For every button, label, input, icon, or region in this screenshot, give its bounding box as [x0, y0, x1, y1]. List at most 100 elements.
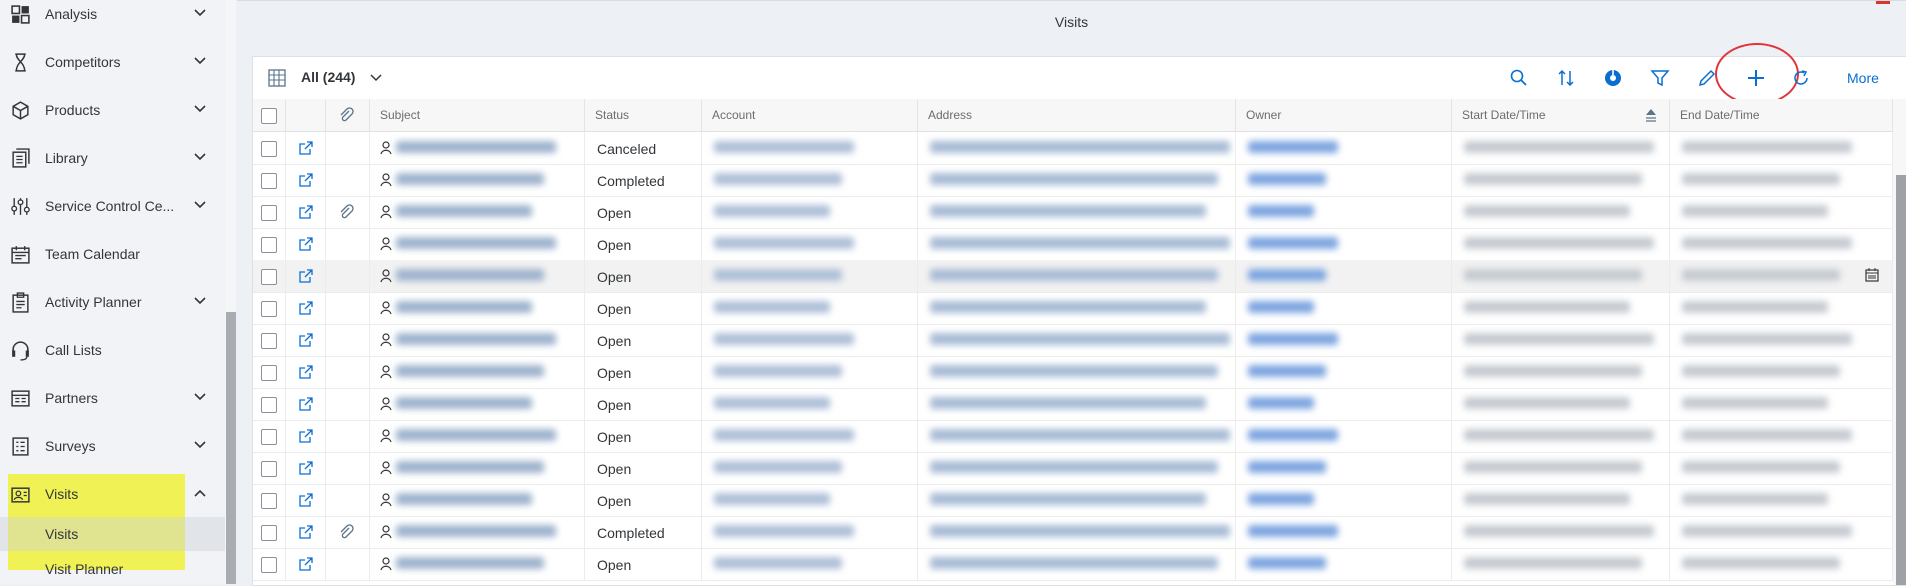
redacted-text[interactable]	[714, 365, 842, 377]
column-header-owner[interactable]: Owner	[1236, 99, 1452, 131]
open-in-new-icon[interactable]	[298, 460, 314, 476]
sub-nav-item-visit-planner[interactable]: Visit Planner	[0, 552, 225, 586]
redacted-text[interactable]	[714, 269, 842, 281]
paperclip-icon[interactable]	[338, 204, 354, 220]
redacted-text[interactable]	[714, 397, 830, 409]
row-checkbox[interactable]	[261, 205, 277, 221]
redacted-text[interactable]	[1248, 397, 1314, 409]
redacted-text[interactable]	[1248, 173, 1326, 185]
nav-item-activity-planner[interactable]: Activity Planner	[0, 278, 225, 326]
row-checkbox[interactable]	[261, 429, 277, 445]
redacted-text[interactable]	[1248, 429, 1338, 441]
redacted-text[interactable]	[1248, 269, 1326, 281]
table-row[interactable]: Open	[253, 324, 1893, 357]
redacted-text[interactable]	[396, 525, 556, 537]
nav-item-library[interactable]: Library	[0, 134, 225, 182]
nav-item-service-control-center[interactable]: Service Control Ce...	[0, 182, 225, 230]
redacted-text[interactable]	[1248, 237, 1338, 249]
nav-item-team-calendar[interactable]: Team Calendar	[0, 230, 225, 278]
redacted-text[interactable]	[396, 397, 532, 409]
row-checkbox[interactable]	[261, 301, 277, 317]
nav-item-products[interactable]: Products	[0, 86, 225, 134]
row-checkbox[interactable]	[261, 269, 277, 285]
refresh-icon[interactable]	[1791, 68, 1811, 88]
redacted-text[interactable]	[714, 429, 854, 441]
redacted-text[interactable]	[396, 461, 544, 473]
open-in-new-icon[interactable]	[298, 172, 314, 188]
calendar-icon[interactable]	[1865, 268, 1879, 282]
table-row[interactable]: Open	[253, 356, 1893, 389]
open-in-new-icon[interactable]	[298, 236, 314, 252]
column-header-status[interactable]: Status	[585, 99, 702, 131]
redacted-text[interactable]	[1248, 205, 1314, 217]
chevron-down-icon[interactable]	[193, 390, 207, 404]
column-header-start-date-time[interactable]: Start Date/Time	[1452, 99, 1670, 131]
redacted-text[interactable]	[1248, 141, 1338, 153]
redacted-text[interactable]	[714, 333, 854, 345]
redacted-text[interactable]	[396, 173, 544, 185]
column-header-subject[interactable]: Subject	[370, 99, 585, 131]
redacted-text[interactable]	[714, 461, 842, 473]
redacted-text[interactable]	[714, 557, 842, 569]
open-in-new-icon[interactable]	[298, 524, 314, 540]
redacted-text[interactable]	[1248, 461, 1326, 473]
redacted-text[interactable]	[1248, 301, 1314, 313]
table-grid-icon[interactable]	[267, 68, 287, 88]
table-row[interactable]: Open	[253, 548, 1893, 581]
redacted-text[interactable]	[714, 205, 830, 217]
table-row[interactable]: Open	[253, 484, 1893, 517]
redacted-text[interactable]	[396, 493, 532, 505]
redacted-text[interactable]	[1248, 493, 1314, 505]
chevron-down-icon[interactable]	[193, 150, 207, 164]
row-checkbox[interactable]	[261, 141, 277, 157]
nav-item-surveys[interactable]: Surveys	[0, 422, 225, 470]
open-in-new-icon[interactable]	[298, 428, 314, 444]
search-icon[interactable]	[1509, 68, 1529, 88]
chevron-down-icon[interactable]	[193, 198, 207, 212]
redacted-text[interactable]	[714, 301, 830, 313]
chevron-down-icon[interactable]	[193, 102, 207, 116]
table-scrollbar-thumb[interactable]	[1896, 175, 1906, 585]
column-header-end-date-time[interactable]: End Date/Time	[1670, 99, 1893, 131]
redacted-text[interactable]	[396, 557, 544, 569]
table-row[interactable]: Open	[253, 228, 1893, 261]
sub-nav-item-visits[interactable]: Visits	[0, 517, 225, 551]
chevron-down-icon[interactable]	[369, 71, 383, 85]
open-in-new-icon[interactable]	[298, 268, 314, 284]
redacted-text[interactable]	[714, 237, 854, 249]
table-row[interactable]: Open	[253, 388, 1893, 421]
row-checkbox[interactable]	[261, 557, 277, 573]
open-in-new-icon[interactable]	[298, 300, 314, 316]
filter-icon[interactable]	[1650, 68, 1670, 88]
table-row[interactable]: Completed	[253, 516, 1893, 549]
redacted-text[interactable]	[714, 141, 854, 153]
chevron-up-icon[interactable]	[193, 486, 207, 500]
view-selector-label[interactable]: All (244)	[301, 69, 355, 85]
column-header-account[interactable]: Account	[702, 99, 918, 131]
redacted-text[interactable]	[1248, 365, 1326, 377]
redacted-text[interactable]	[714, 493, 830, 505]
sidebar-scrollbar-thumb[interactable]	[226, 312, 236, 584]
column-header-address[interactable]: Address	[918, 99, 1236, 131]
table-row[interactable]: Open	[253, 196, 1893, 229]
row-checkbox[interactable]	[261, 461, 277, 477]
redacted-text[interactable]	[396, 333, 556, 345]
chevron-down-icon[interactable]	[193, 438, 207, 452]
table-row[interactable]: Canceled	[253, 132, 1893, 165]
table-row[interactable]: Completed	[253, 164, 1893, 197]
select-all-checkbox[interactable]	[261, 108, 277, 124]
redacted-text[interactable]	[396, 205, 532, 217]
nav-item-partners[interactable]: Partners	[0, 374, 225, 422]
open-in-new-icon[interactable]	[298, 396, 314, 412]
redacted-text[interactable]	[714, 173, 842, 185]
table-row[interactable]: Open	[253, 292, 1893, 325]
more-button[interactable]: More	[1847, 70, 1879, 86]
edit-icon[interactable]	[1697, 68, 1717, 88]
nav-item-analysis[interactable]: Analysis	[0, 0, 225, 38]
table-row[interactable]: Open	[253, 420, 1893, 453]
table-row[interactable]: Open	[253, 260, 1893, 293]
row-checkbox[interactable]	[261, 525, 277, 541]
redacted-text[interactable]	[396, 141, 556, 153]
nav-item-competitors[interactable]: Competitors	[0, 38, 225, 86]
paperclip-icon[interactable]	[338, 524, 354, 540]
